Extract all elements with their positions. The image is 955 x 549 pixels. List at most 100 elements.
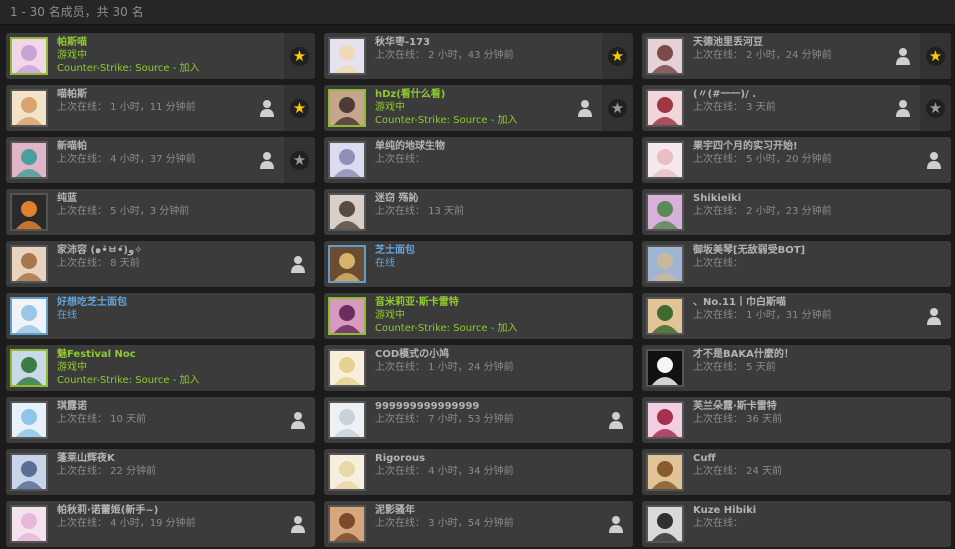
member-card[interactable]: COD模式の小鸠 上次在线： 1 小时，24 分钟前 [324,345,633,391]
member-name[interactable]: 音米莉亚·斯卡雷特 [375,296,573,309]
avatar[interactable] [328,505,366,543]
avatar[interactable] [10,505,48,543]
avatar[interactable] [646,401,684,439]
avatar[interactable] [328,401,366,439]
avatar[interactable] [10,453,48,491]
member-card[interactable]: 芝士面包 在线 [324,241,633,287]
member-name[interactable]: 喵帕斯 [57,88,255,101]
avatar[interactable] [10,89,48,127]
avatar[interactable] [646,297,684,335]
avatar[interactable] [646,89,684,127]
avatar[interactable] [10,349,48,387]
avatar[interactable] [646,245,684,283]
member-card[interactable]: 芙兰朵露·斯卡雷特 上次在线： 36 天前 [642,397,951,443]
member-name[interactable]: 才不是BAKA什麼的！ [693,348,891,361]
member-card[interactable]: 秋华枣-173 上次在线： 2 小时，43 分钟前 ★ [324,33,633,79]
member-name[interactable]: hDz(看什么看) [375,88,573,101]
member-name[interactable]: 新喵帕 [57,140,255,153]
member-card[interactable]: 家沛容 (๑•̀ㅂ•́)و✧ 上次在线： 8 天前 [6,241,315,287]
member-name[interactable]: 帕斯喵 [57,36,255,49]
member-name[interactable]: 帕秋莉·诺蕾姬(新手~) [57,504,255,517]
member-card[interactable]: 纯蓝 上次在线： 5 小时，3 分钟前 [6,189,315,235]
member-name[interactable]: (〃(#一一)/ . [693,88,891,101]
avatar[interactable] [328,141,366,179]
member-name[interactable]: 芝士面包 [375,244,573,257]
favorite-star-button[interactable]: ★ [920,33,951,79]
member-card[interactable]: 琪露诺 上次在线： 10 天前 [6,397,315,443]
member-card[interactable]: 迷窃 殇訫 上次在线： 13 天前 [324,189,633,235]
member-name[interactable]: 果宇四个月的实习开始! [693,140,891,153]
member-card[interactable]: 天德池里丢河豆 上次在线： 2 小时，24 分钟前 ★ [642,33,951,79]
avatar[interactable] [328,297,366,335]
member-card[interactable]: hDz(看什么看) 游戏中 Counter-Strike: Source - 加入 ★ [324,85,633,131]
avatar[interactable] [328,37,366,75]
avatar[interactable] [10,401,48,439]
member-name[interactable]: 999999999999999 [375,400,573,413]
member-card[interactable]: Shikieiki 上次在线： 2 小时，23 分钟前 [642,189,951,235]
member-card[interactable]: 好想吃芝士面包 在线 [6,293,315,339]
member-card[interactable]: 喵帕斯 上次在线： 1 小时，11 分钟前 ★ [6,85,315,131]
member-name[interactable]: 、No.11丨巾白斯喵 [693,296,891,309]
member-game-join[interactable]: Counter-Strike: Source - 加入 [375,322,573,335]
avatar[interactable] [328,245,366,283]
member-name[interactable]: 好想吃芝士面包 [57,296,255,309]
member-name[interactable]: 秋华枣-173 [375,36,573,49]
member-name[interactable]: 琪露诺 [57,400,255,413]
member-card[interactable]: Rigorous 上次在线： 4 小时，34 分钟前 [324,449,633,495]
member-name[interactable]: 御坂美琴[无敌弱受BOT] [693,244,891,257]
member-name[interactable]: Kuze Hibiki [693,504,891,517]
member-name[interactable]: 芙兰朵露·斯卡雷特 [693,400,891,413]
member-card[interactable]: 泥影骚年 上次在线： 3 小时，54 分钟前 [324,501,633,547]
member-name[interactable]: 天德池里丢河豆 [693,36,891,49]
favorite-star-button[interactable]: ★ [920,85,951,131]
member-card[interactable]: 999999999999999 上次在线： 7 小时，53 分钟前 [324,397,633,443]
favorite-star-button[interactable]: ★ [284,85,315,131]
avatar[interactable] [646,349,684,387]
avatar[interactable] [328,349,366,387]
member-card[interactable]: 魅Festival Noc 游戏中 Counter-Strike: Source -… [6,345,315,391]
member-name[interactable]: 迷窃 殇訫 [375,192,573,205]
avatar[interactable] [328,453,366,491]
member-game-join[interactable]: Counter-Strike: Source - 加入 [375,114,573,127]
member-card[interactable]: 帕斯喵 游戏中 Counter-Strike: Source - 加入 ★ [6,33,315,79]
avatar[interactable] [10,37,48,75]
member-name[interactable]: 蓬莱山辉夜K [57,452,255,465]
member-card[interactable]: 蓬莱山辉夜K 上次在线： 22 分钟前 [6,449,315,495]
member-game-join[interactable]: Counter-Strike: Source - 加入 [57,374,255,387]
avatar[interactable] [10,193,48,231]
member-name[interactable]: 单纯的地球生物 [375,140,573,153]
member-card[interactable]: Kuze Hibiki 上次在线： [642,501,951,547]
member-card[interactable]: 新喵帕 上次在线： 4 小时，37 分钟前 ★ [6,137,315,183]
avatar[interactable] [328,193,366,231]
member-name[interactable]: 纯蓝 [57,192,255,205]
avatar[interactable] [646,193,684,231]
favorite-star-button[interactable]: ★ [602,33,633,79]
avatar[interactable] [328,89,366,127]
member-card[interactable]: 、No.11丨巾白斯喵 上次在线： 1 小时，31 分钟前 [642,293,951,339]
avatar[interactable] [646,37,684,75]
favorite-star-button[interactable]: ★ [602,85,633,131]
member-card[interactable]: 帕秋莉·诺蕾姬(新手~) 上次在线： 4 小时，19 分钟前 [6,501,315,547]
member-name[interactable]: COD模式の小鸠 [375,348,573,361]
member-name[interactable]: 魅Festival Noc [57,348,255,361]
favorite-star-button[interactable]: ★ [284,137,315,183]
member-name[interactable]: 家沛容 (๑•̀ㅂ•́)و✧ [57,244,255,257]
member-game-join[interactable]: Counter-Strike: Source - 加入 [57,62,255,75]
avatar[interactable] [10,297,48,335]
member-card[interactable]: 果宇四个月的实习开始! 上次在线： 5 小时，20 分钟前 [642,137,951,183]
member-name[interactable]: Shikieiki [693,192,891,205]
avatar[interactable] [646,141,684,179]
member-card[interactable]: 御坂美琴[无敌弱受BOT] 上次在线： [642,241,951,287]
member-card[interactable]: 音米莉亚·斯卡雷特 游戏中 Counter-Strike: Source - 加入 [324,293,633,339]
favorite-star-button[interactable]: ★ [284,33,315,79]
avatar[interactable] [646,453,684,491]
avatar[interactable] [10,245,48,283]
member-name[interactable]: 泥影骚年 [375,504,573,517]
member-card[interactable]: 才不是BAKA什麼的！ 上次在线： 5 天前 [642,345,951,391]
member-card[interactable]: Cuff 上次在线： 24 天前 [642,449,951,495]
member-card[interactable]: 单纯的地球生物 上次在线： [324,137,633,183]
avatar[interactable] [646,505,684,543]
member-name[interactable]: Cuff [693,452,891,465]
member-name[interactable]: Rigorous [375,452,573,465]
member-card[interactable]: (〃(#一一)/ . 上次在线： 3 天前 ★ [642,85,951,131]
